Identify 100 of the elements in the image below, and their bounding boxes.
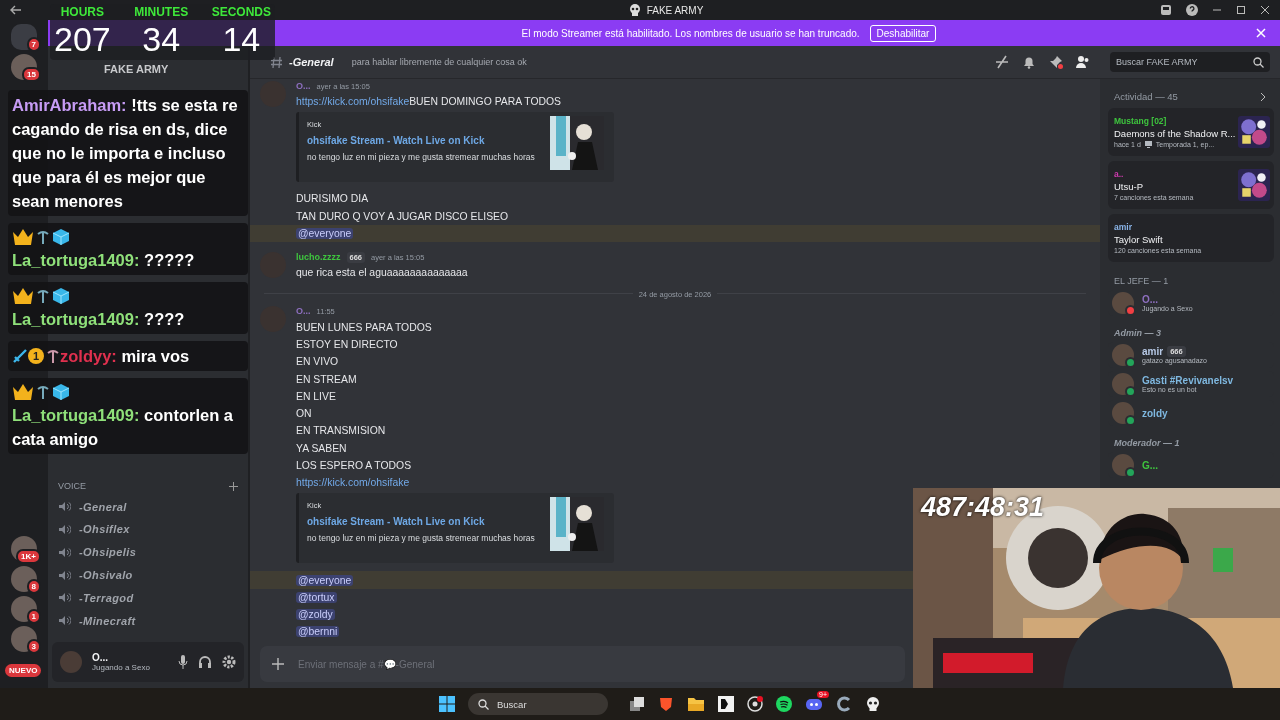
search-icon [1253, 56, 1264, 68]
message-text: que rica esta el aguaaaaaaaaaaaaaa [296, 267, 468, 279]
close-icon[interactable] [1260, 5, 1270, 15]
message-text: EN STREAM [296, 373, 357, 385]
app-icon[interactable] [718, 696, 734, 712]
mention[interactable]: @everyone [296, 228, 354, 240]
voice-channel[interactable]: -Ohsivalo [79, 569, 133, 581]
speaker-icon [58, 615, 71, 627]
add-button[interactable] [260, 646, 296, 682]
plus-icon [272, 658, 284, 670]
music-app-icon[interactable] [776, 696, 792, 712]
tv-icon [1144, 141, 1152, 148]
embed-title[interactable]: ohsifake Stream - Watch Live on Kick [307, 135, 550, 147]
server-icon[interactable] [11, 626, 37, 652]
mention[interactable]: @tortux [296, 591, 337, 603]
message-text: EN LIVE [296, 390, 336, 402]
maximize-icon[interactable] [1236, 5, 1246, 15]
pin-icon[interactable] [1049, 55, 1063, 69]
speaker-icon [58, 523, 71, 535]
pickaxe-icon [36, 385, 50, 399]
voice-channel[interactable]: -Ohsiflex [79, 523, 130, 536]
group-title: Admin — 3 [1114, 328, 1161, 338]
crown-icon [12, 287, 34, 305]
members-icon[interactable] [1076, 55, 1090, 69]
stream-clock: 487:48:31 [921, 492, 1045, 523]
embed-description: no tengo luz en mi pieza y me gusta stremear muchas horas [307, 152, 536, 163]
message-text: ON [296, 408, 312, 420]
message-text: LOS ESPERO A TODOS [296, 460, 412, 471]
plus-icon[interactable] [229, 481, 238, 491]
voice-channel[interactable]: -Terragod [79, 591, 134, 604]
voice-channel[interactable]: -Ohsipelis [79, 546, 137, 559]
timer-value: 14 [222, 20, 261, 58]
banner-text: El modo Streamer está habilitado. Los nombres de usuario se han truncado. [521, 27, 860, 39]
task-view-icon[interactable] [629, 696, 645, 712]
speaker-icon [58, 501, 71, 513]
microphone-icon[interactable] [178, 655, 188, 669]
mention[interactable]: @bernni [296, 626, 340, 638]
inbox-icon[interactable] [1160, 4, 1172, 16]
channel-topic: para hablar libremente de cualquier cosa ok [351, 57, 527, 67]
search-field[interactable]: Buscar FAKE ARMY [1110, 52, 1270, 72]
skull-icon[interactable] [865, 696, 881, 712]
mention[interactable]: @zoldy [296, 609, 335, 621]
chevron-right-icon[interactable] [1260, 91, 1266, 102]
mention[interactable]: @everyone [296, 574, 354, 586]
user-status: Jugando a Sexo [92, 663, 151, 672]
help-icon[interactable] [1186, 4, 1198, 16]
voice-channel[interactable]: -Minecraft [79, 614, 136, 627]
record-icon[interactable] [747, 696, 763, 712]
back-arrow-icon[interactable] [10, 5, 22, 15]
activity-title: Daemons of the Shadow R... [1114, 128, 1237, 139]
headphones-icon[interactable] [198, 655, 212, 669]
chat-message: La_tortuga1409: contorlen a cata amigo [12, 405, 234, 450]
bell-icon[interactable] [1022, 55, 1036, 69]
speaker-icon [58, 546, 71, 558]
channel-name: -General [289, 56, 334, 68]
member-name: zoldy [1142, 407, 1168, 419]
chat-message: AmirAbraham: !tts se esta re cagando de risa en ds, dice que no le importa e incluso que para él es mejor que sean menores [12, 95, 239, 212]
timer-label: HOURS [60, 4, 105, 20]
author-name[interactable]: lucho.zzzz [296, 252, 341, 263]
cube-icon [52, 287, 70, 305]
author-name[interactable]: O... [296, 81, 311, 91]
message-text: BUEN DOMINGO PARA TODOS [409, 96, 562, 108]
author-name[interactable]: O... [296, 306, 311, 317]
notification-badge: NUEVO [5, 664, 42, 677]
timer-label: SECONDS [211, 4, 271, 20]
message-text: EN VIVO [296, 356, 339, 368]
chat-message: La_tortuga1409: ???? [12, 309, 185, 330]
message-text: EN TRANSMISION [296, 425, 386, 437]
c-letter-icon[interactable] [836, 696, 852, 712]
member-name: G... [1142, 459, 1159, 471]
pickaxe-icon [46, 349, 60, 363]
crown-icon [12, 228, 34, 246]
server-icon[interactable] [11, 566, 37, 592]
category-label[interactable]: VOICE [58, 481, 86, 492]
link[interactable]: https://kick.com/ohsifake [296, 477, 410, 489]
sword-icon [12, 348, 28, 364]
speaker-icon [58, 569, 71, 581]
speaker-icon [58, 592, 71, 604]
voice-channel[interactable]: -General [79, 500, 127, 513]
folder-icon[interactable] [687, 696, 705, 712]
settings-icon[interactable] [222, 655, 236, 669]
taskbar-search[interactable]: Buscar [468, 693, 608, 715]
pickaxe-icon [36, 230, 50, 244]
embed-title[interactable]: ohsifake Stream - Watch Live on Kick [307, 516, 550, 528]
server-name[interactable]: FAKE ARMY [104, 63, 169, 75]
message-text: ESTOY EN DIRECTO [296, 338, 398, 350]
timer-label: MINUTES [134, 4, 189, 20]
crown-icon [12, 383, 34, 401]
link[interactable]: https://kick.com/ohsifake [296, 96, 410, 108]
pickaxe-icon [36, 289, 50, 303]
level-badge: 1 [28, 348, 44, 364]
notification-badge: 1K+ [16, 549, 41, 564]
activity-title: Taylor Swift [1114, 234, 1164, 245]
windows-icon[interactable] [439, 696, 455, 712]
username: Mustang [02] [1114, 116, 1168, 126]
message-text: BUEN LUNES PARA TODOS [296, 321, 432, 333]
disable-button[interactable]: Deshabilitar [869, 24, 937, 42]
search-icon [478, 698, 489, 710]
chat-app-icon[interactable] [805, 696, 823, 712]
chat-message: zoldyy: mira vos [60, 346, 190, 367]
